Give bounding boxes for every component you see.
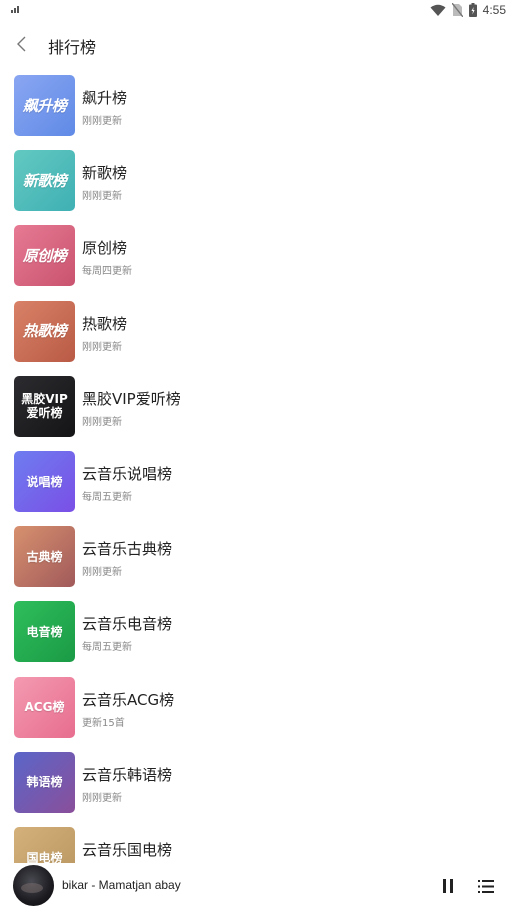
playlist-update-info: 每周五更新	[82, 492, 132, 503]
cover-label: 热歌榜	[22, 322, 67, 341]
list-item[interactable]: ACG榜 云音乐ACG榜更新15首	[0, 670, 513, 745]
signal-icon	[11, 6, 19, 13]
back-arrow-icon	[17, 36, 26, 52]
no-sim-icon	[451, 3, 463, 17]
mini-player[interactable]: bikar - Mamatjan abay	[0, 863, 513, 912]
now-playing-title[interactable]: bikar - Mamatjan abay	[62, 878, 181, 892]
cover-label: 韩语榜	[26, 775, 63, 790]
playlist-cover[interactable]: 古典榜	[14, 526, 75, 588]
playlist-update-info: 每周四更新	[82, 266, 132, 278]
cover-label: 电音榜	[26, 624, 63, 639]
pause-button[interactable]	[437, 875, 459, 897]
playlist-cover[interactable]: 电音榜	[14, 601, 75, 663]
playlist-title[interactable]: 云音乐说唱榜	[82, 463, 172, 484]
list-item[interactable]: 国电榜 云音乐国电榜	[0, 820, 513, 863]
playlist-cover[interactable]: 韩语榜	[14, 751, 75, 813]
cover-label: 黑胶VIP 爱听榜	[21, 392, 68, 421]
playlist-update-info: 刚刚更新	[82, 416, 122, 428]
status-time: 4:55	[482, 3, 506, 17]
playlist-update-info: 刚刚更新	[82, 341, 122, 353]
cover-label: ACG榜	[24, 700, 65, 715]
cover-label: 新歌榜	[22, 171, 67, 190]
cover-label: 原创榜	[22, 246, 67, 265]
list-item[interactable]: 飙升榜 飙升榜刚刚更新	[0, 68, 513, 143]
app-bar: 排行榜	[0, 24, 513, 66]
playlist-title[interactable]: 云音乐古典榜	[82, 538, 172, 559]
playlist-cover[interactable]: 新歌榜	[14, 150, 75, 212]
playlist-title[interactable]: 云音乐国电榜	[82, 839, 172, 860]
wifi-icon	[430, 4, 446, 16]
list-item[interactable]: 古典榜 云音乐古典榜刚刚更新	[0, 519, 513, 594]
playlist-title[interactable]: 新歌榜	[82, 162, 127, 183]
playlist-title[interactable]: 云音乐韩语榜	[82, 764, 172, 785]
cover-label: 古典榜	[26, 549, 63, 564]
list-item[interactable]: 黑胶VIP 爱听榜 黑胶VIP爱听榜刚刚更新	[0, 369, 513, 444]
playlist-icon	[478, 879, 494, 893]
album-art[interactable]	[13, 865, 54, 906]
cover-label: 飙升榜	[22, 96, 67, 115]
playlist-cover[interactable]: 热歌榜	[14, 300, 75, 362]
list-item[interactable]: 原创榜 原创榜每周四更新	[0, 218, 513, 293]
playlist-button[interactable]	[474, 875, 498, 897]
playlist-cover[interactable]: 说唱榜	[14, 451, 75, 512]
chart-list[interactable]: 飙升榜 飙升榜 刚刚更新 新歌榜 新歌榜 刚刚更新 原创榜 原创榜 每周四更新 热歌榜 热歌榜 刚刚更…	[0, 68, 513, 863]
playlist-cover[interactable]: 国电榜	[14, 827, 75, 863]
list-item[interactable]: 热歌榜 热歌榜刚刚更新	[0, 294, 513, 369]
playlist-cover[interactable]: 黑胶VIP 爱听榜	[14, 375, 75, 437]
playlist-update-info: 更新15首	[82, 717, 125, 729]
status-bar: 4:55	[0, 0, 513, 22]
list-item[interactable]: 电音榜 云音乐电音榜每周五更新	[0, 594, 513, 669]
playlist-cover[interactable]: 原创榜	[14, 225, 75, 287]
playlist-cover[interactable]: ACG榜	[14, 676, 75, 738]
cover-label: 国电榜	[26, 850, 63, 864]
playlist-title[interactable]: 热歌榜	[82, 313, 127, 334]
battery-icon	[468, 3, 477, 17]
playlist-title[interactable]: 原创榜	[82, 237, 127, 258]
list-item[interactable]: 韩语榜 云音乐韩语榜刚刚更新	[0, 745, 513, 820]
page-title: 排行榜	[48, 38, 97, 57]
back-button[interactable]	[10, 32, 34, 56]
playlist-update-info: 每周五更新	[82, 642, 132, 654]
playlist-update-info: 刚刚更新	[82, 191, 122, 203]
cover-label: 说唱榜	[26, 474, 63, 489]
playlist-update-info: 刚刚更新	[82, 792, 122, 804]
playlist-update-info: 刚刚更新	[82, 567, 122, 579]
playlist-title[interactable]: 云音乐ACG榜	[82, 689, 174, 710]
list-item[interactable]: 新歌榜 新歌榜刚刚更新	[0, 143, 513, 218]
playlist-title[interactable]: 黑胶VIP爱听榜	[82, 388, 181, 409]
playlist-update-info: 刚刚更新	[82, 116, 122, 127]
pause-icon	[443, 879, 453, 893]
playlist-cover[interactable]: 飙升榜	[14, 75, 75, 136]
status-icons: 4:55	[430, 3, 506, 17]
playlist-title[interactable]: 云音乐电音榜	[82, 613, 172, 634]
list-item[interactable]: 说唱榜 云音乐说唱榜每周五更新	[0, 444, 513, 519]
playlist-title[interactable]: 飙升榜	[82, 87, 127, 108]
